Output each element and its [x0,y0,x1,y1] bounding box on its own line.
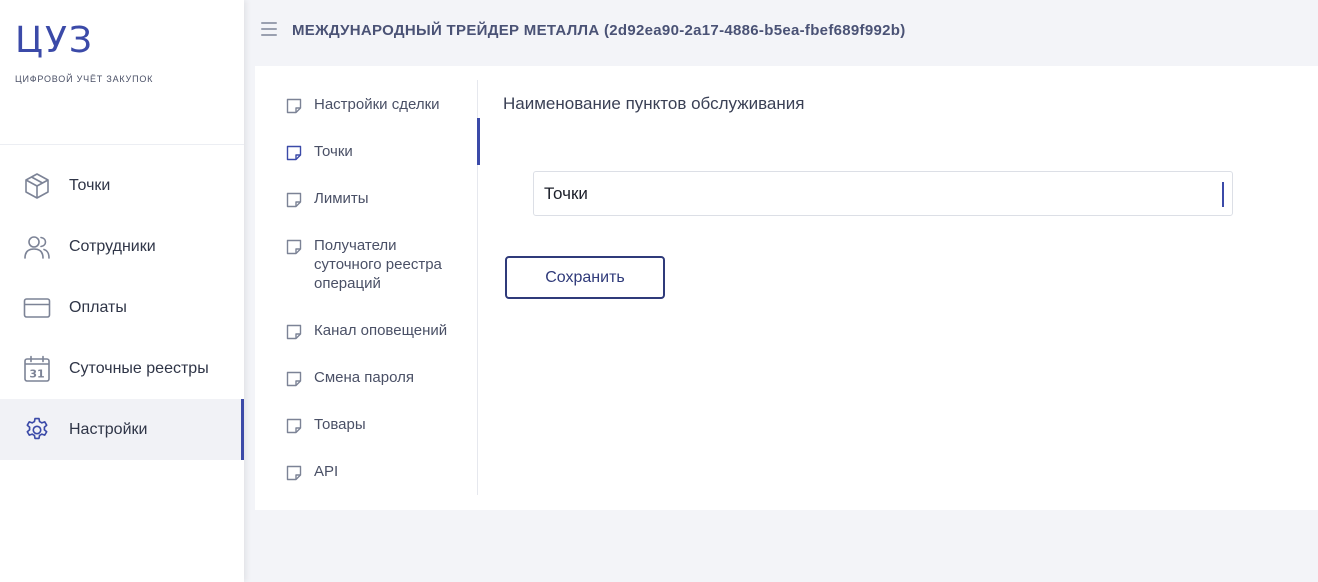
settings-nav-label: Лимиты [314,190,369,207]
settings-nav-label: Точки [314,143,353,160]
settings-nav-label: API [314,463,339,480]
card-icon [22,293,52,323]
settings-nav-label: Настройки сделки [314,96,440,113]
note-icon [286,145,302,161]
note-icon [286,98,302,114]
sidebar-divider [0,144,244,145]
sidebar-item-label: Точки [69,176,111,194]
calendar-icon-number: 31 [29,367,44,380]
note-icon [286,239,302,255]
users-icon [22,232,52,262]
settings-nav-label: Получатели суточного реестра операций [314,237,442,292]
calendar-icon: 31 [22,354,52,384]
sidebar-item-points[interactable]: Точки [0,155,244,216]
sidebar-item-payments[interactable]: Оплаты [0,277,244,338]
sidebar-nav: Точки Сотрудники Оплаты 31 Суточные реес… [0,155,244,460]
sidebar: ЦУЗ ЦИФРОВОЙ УЧЁТ ЗАКУПОК Точки Сотрудни… [0,0,244,582]
sidebar-item-label: Настройки [69,420,148,438]
settings-nav: Настройки сделки Точки Лимиты Получатели… [255,80,480,495]
save-button[interactable]: Сохранить [505,256,665,299]
points-name-field[interactable] [533,171,1233,216]
sidebar-item-settings[interactable]: Настройки [0,399,244,460]
top-header: МЕЖДУНАРОДНЫЙ ТРЕЙДЕР МЕТАЛЛА (2d92ea90-… [244,0,1318,62]
section-title: Наименование пунктов обслуживания [503,94,805,113]
gear-icon [22,415,52,445]
settings-nav-label: Товары [314,416,366,433]
sidebar-item-label: Суточные реестры [69,359,209,377]
menu-icon[interactable] [261,22,277,36]
note-icon [286,192,302,208]
sidebar-item-employees[interactable]: Сотрудники [0,216,244,277]
app-subtitle: ЦИФРОВОЙ УЧЁТ ЗАКУПОК [15,74,154,84]
settings-nav-label: Канал оповещений [314,322,448,339]
points-name-input[interactable] [544,172,1204,215]
sidebar-item-daily-registers[interactable]: 31 Суточные реестры [0,338,244,399]
sidebar-item-label: Оплаты [69,298,127,316]
app-logo[interactable]: ЦУЗ [15,20,94,61]
note-icon [286,324,302,340]
settings-nav-label: Смена пароля [314,369,414,386]
note-icon [286,371,302,387]
settings-card: Настройки сделки Точки Лимиты Получатели… [255,66,1318,510]
input-focus-indicator [1222,182,1224,207]
company-title: МЕЖДУНАРОДНЫЙ ТРЕЙДЕР МЕТАЛЛА (2d92ea90-… [292,22,906,39]
note-icon [286,465,302,481]
note-icon [286,418,302,434]
sidebar-item-label: Сотрудники [69,237,156,255]
cube-icon [22,171,52,201]
